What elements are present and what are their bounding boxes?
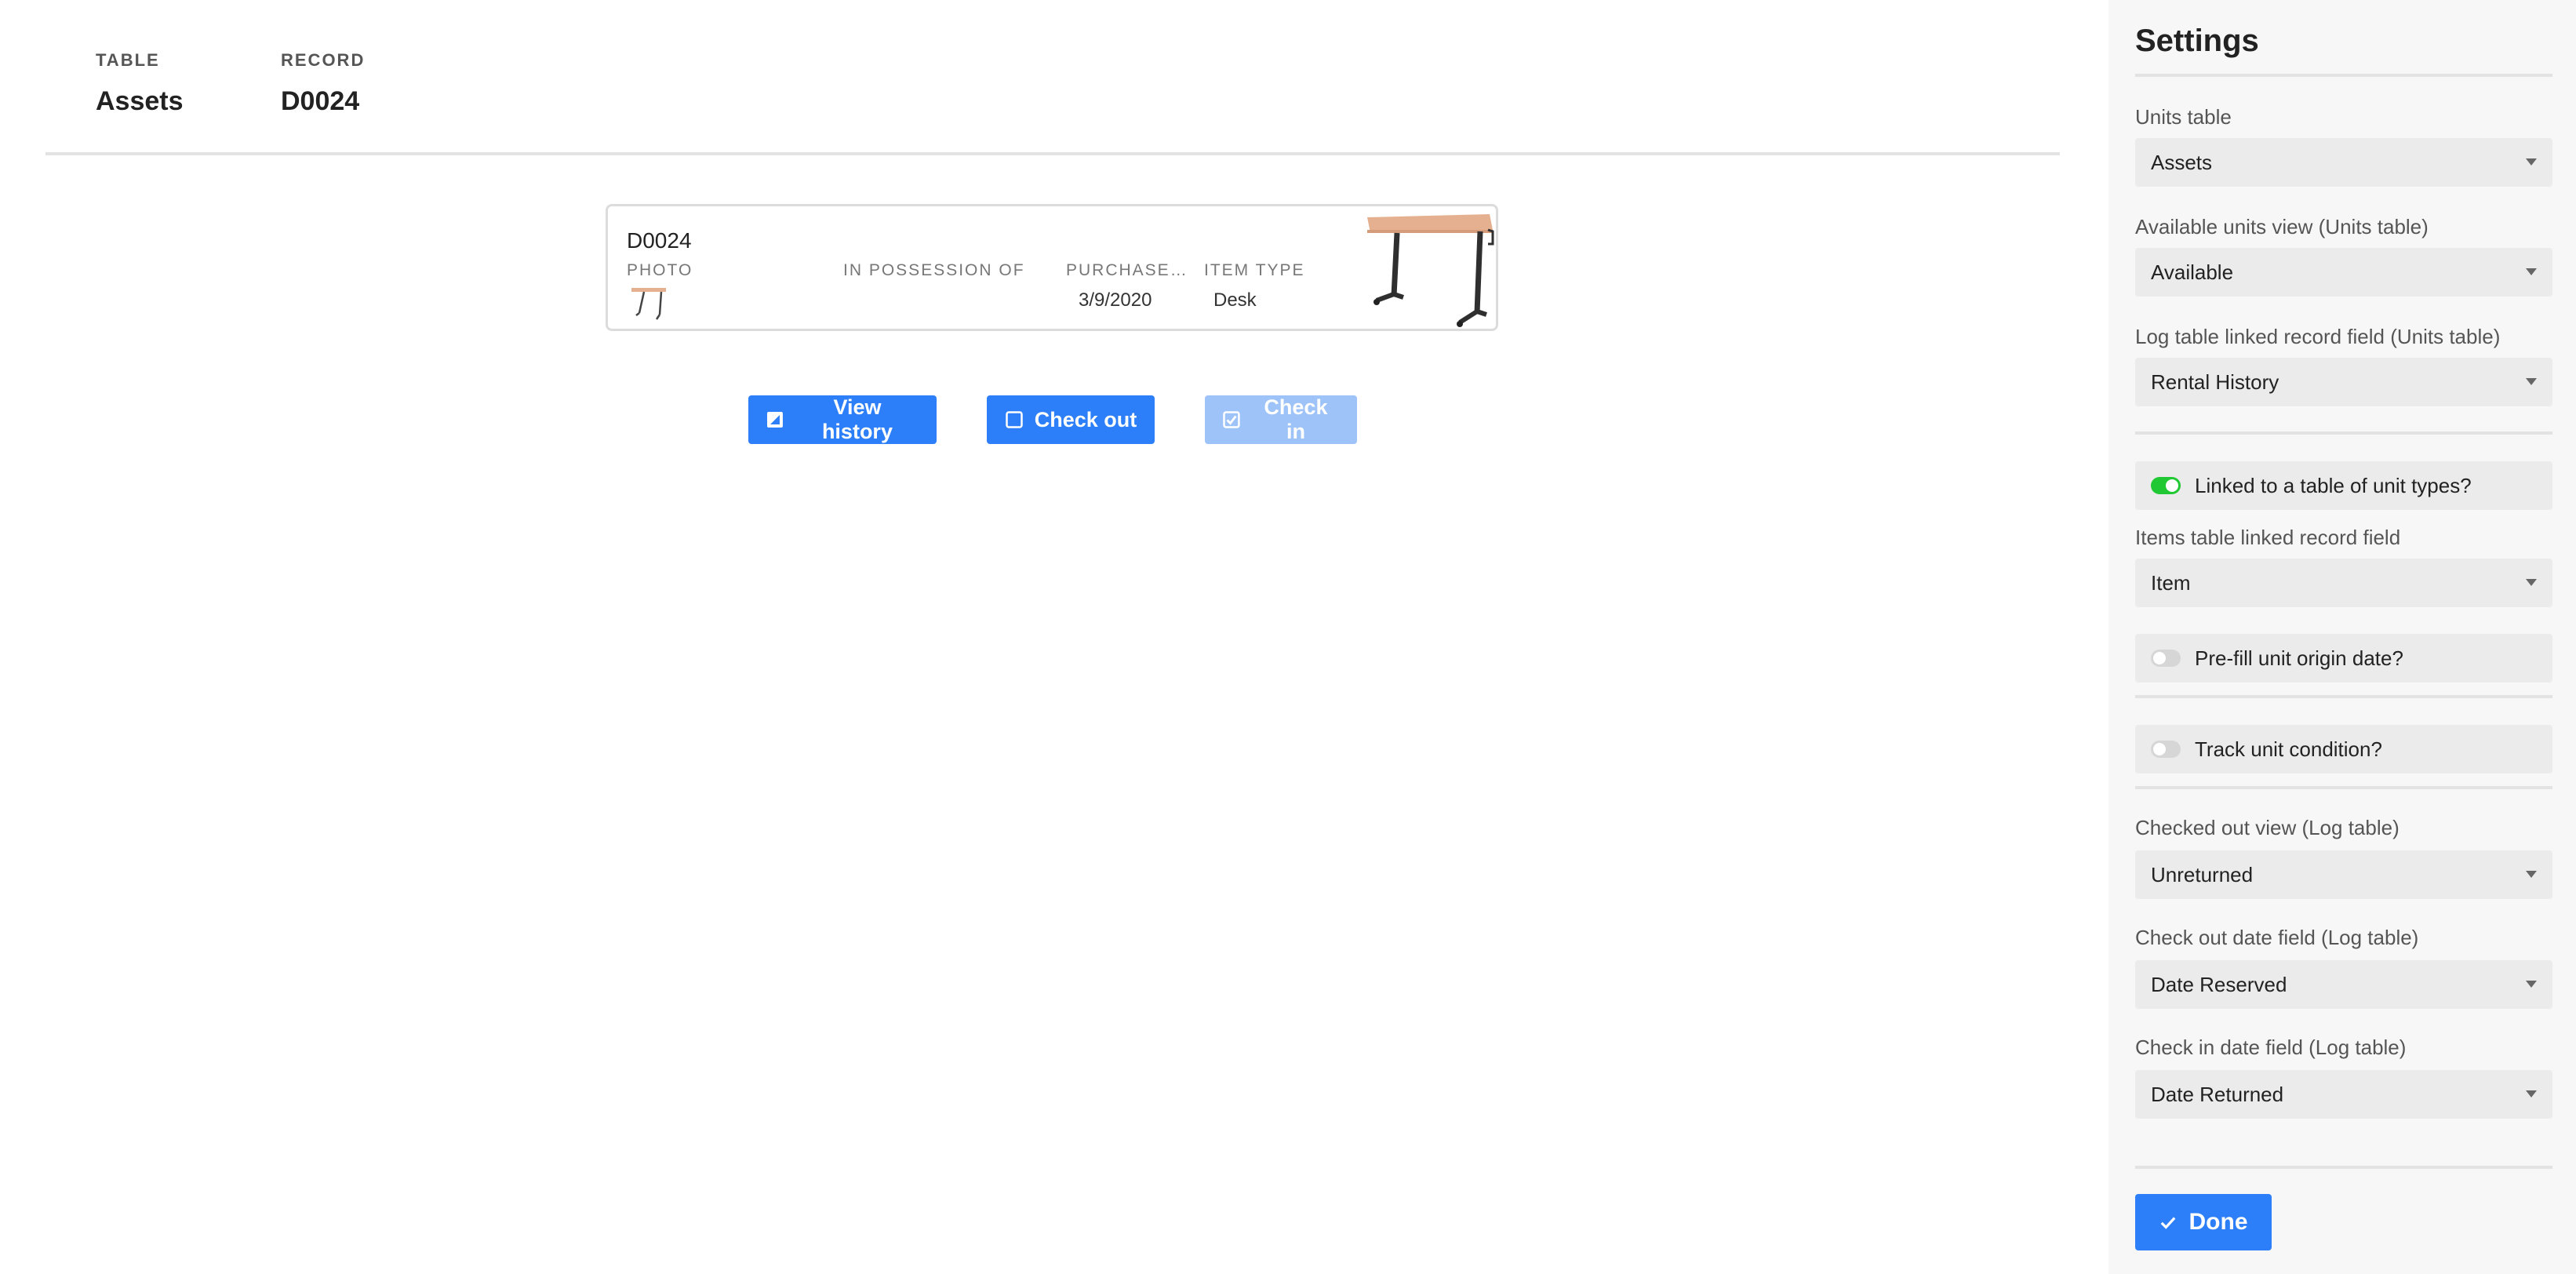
log-link-select[interactable]: Rental History [2135,358,2552,406]
linked-types-toggle-row[interactable]: Linked to a table of unit types? [2135,461,2552,510]
prefill-switch[interactable] [2151,650,2181,667]
check-out-button[interactable]: Check out [987,395,1155,444]
items-link-value: Item [2151,570,2191,595]
log-link-label: Log table linked record field (Units tab… [2135,325,2501,348]
condition-switch[interactable] [2151,741,2181,758]
record-header: TABLE Assets RECORD D0024 [45,44,2108,146]
header-divider [45,152,2060,155]
chevron-down-icon [2526,158,2537,166]
checkout-date-select[interactable]: Date Reserved [2135,960,2552,1009]
table-column: TABLE Assets [96,50,184,117]
desk-photo [1367,214,1494,327]
condition-toggle-row[interactable]: Track unit condition? [2135,725,2552,774]
items-link-select[interactable]: Item [2135,559,2552,607]
checkin-date-select[interactable]: Date Returned [2135,1070,2552,1119]
checkout-date-value: Date Reserved [2151,972,2287,996]
record-card[interactable]: D0024 PHOTO IN POSSESSION OF PURCHASE… 3… [606,204,1498,331]
settings-footer-divider [2135,1166,2552,1169]
prefill-label: Pre-fill unit origin date? [2195,646,2403,670]
item-type-label: ITEM TYPE [1204,261,1305,279]
units-table-select[interactable]: Assets [2135,138,2552,187]
units-table-label: Units table [2135,105,2232,129]
linked-types-label: Linked to a table of unit types? [2195,473,2472,497]
condition-label: Track unit condition? [2195,737,2382,761]
linked-types-switch[interactable] [2151,477,2181,494]
table-label: TABLE [96,50,160,70]
settings-divider [2135,431,2552,435]
table-value: Assets [96,86,184,116]
done-label: Done [2189,1209,2248,1235]
record-card-title: D0024 [627,228,692,253]
possession-label: IN POSSESSION OF [843,261,1025,279]
check-in-label: Check in [1264,395,1328,443]
log-link-value: Rental History [2151,369,2279,394]
checked-out-view-select[interactable]: Unreturned [2135,850,2552,899]
check-in-button[interactable]: Check in [1205,395,1357,444]
item-type-value: Desk [1213,289,1257,311]
record-value: D0024 [281,86,360,116]
photo-thumbnail[interactable] [628,283,669,324]
available-view-select[interactable]: Available [2135,248,2552,297]
available-view-value: Available [2151,260,2234,284]
chevron-down-icon [2526,268,2537,275]
check-icon [2160,1217,2175,1229]
history-icon [766,412,783,428]
view-history-button[interactable]: View history [748,395,937,444]
main-area: TABLE Assets RECORD D0024 D0024 PHOTO IN… [0,0,2108,1274]
checkout-date-label: Check out date field (Log table) [2135,926,2419,949]
done-button[interactable]: Done [2135,1194,2272,1250]
checkin-date-value: Date Returned [2151,1082,2284,1106]
chevron-down-icon [2526,1090,2537,1097]
chevron-down-icon [2526,871,2537,878]
units-table-value: Assets [2151,150,2213,174]
settings-title-divider [2135,74,2552,77]
checkbox-checked-icon [1223,411,1240,428]
checkin-date-label: Check in date field (Log table) [2135,1036,2407,1059]
chevron-down-icon [2526,981,2537,988]
chevron-down-icon [2526,579,2537,586]
check-out-label: Check out [1034,407,1137,431]
settings-panel: Settings Units table Assets Available un… [2108,0,2576,1274]
checkbox-empty-icon [1005,411,1023,428]
items-link-label: Items table linked record field [2135,526,2401,549]
view-history-label: View history [821,395,893,443]
purchase-value: 3/9/2020 [1079,289,1152,311]
purchase-label: PURCHASE… [1066,261,1188,279]
settings-divider [2135,786,2552,789]
available-view-label: Available units view (Units table) [2135,215,2429,238]
chevron-down-icon [2526,378,2537,385]
settings-title: Settings [2135,24,2259,58]
record-column: RECORD D0024 [281,50,365,117]
settings-divider [2135,695,2552,698]
checked-out-view-value: Unreturned [2151,862,2254,886]
photo-label: PHOTO [627,261,693,279]
record-label: RECORD [281,50,366,70]
checked-out-view-label: Checked out view (Log table) [2135,816,2400,839]
prefill-toggle-row[interactable]: Pre-fill unit origin date? [2135,634,2552,682]
